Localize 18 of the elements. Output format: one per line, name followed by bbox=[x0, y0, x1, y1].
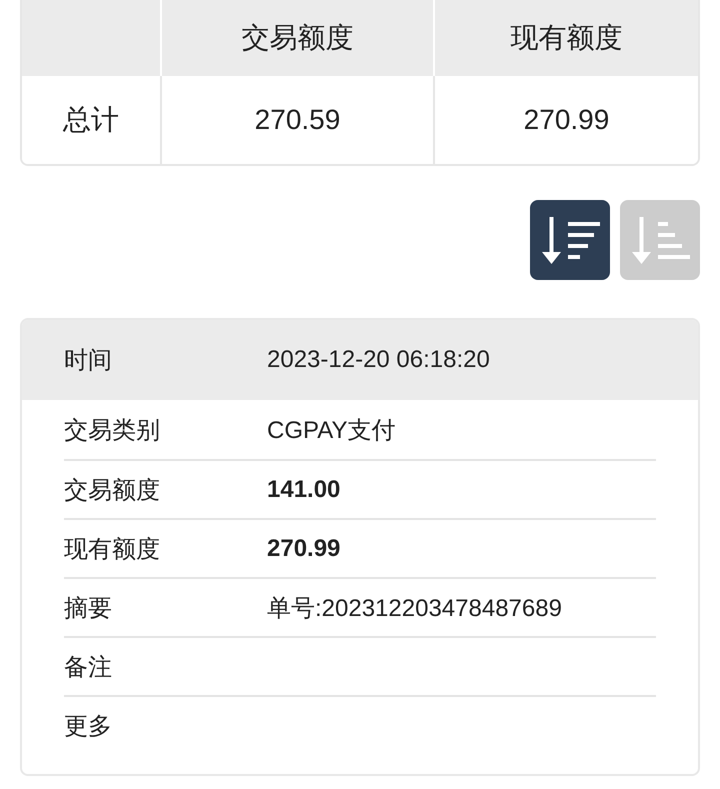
field-label: 更多 bbox=[64, 712, 112, 742]
sort-button[interactable] bbox=[530, 200, 610, 280]
row-label: 总计 bbox=[62, 103, 120, 137]
field-value: 141.00 bbox=[267, 476, 340, 504]
field-label: 交易类别 bbox=[64, 416, 160, 446]
field-label: 交易额度 bbox=[64, 476, 160, 506]
table-cell: 270.59 bbox=[160, 76, 433, 164]
field-label: 备注 bbox=[64, 652, 112, 682]
field-value: 单号:202312203478487689 bbox=[267, 594, 562, 624]
field-value: CGPAY支付 bbox=[267, 416, 396, 446]
sort-descending-icon bbox=[540, 216, 600, 264]
field-value: 2023-12-20 06:18:20 bbox=[267, 346, 490, 374]
table-cell: 270.99 bbox=[433, 76, 698, 164]
field-value: 270.99 bbox=[267, 534, 340, 562]
field-label: 时间 bbox=[64, 346, 112, 376]
field-label: 现有额度 bbox=[64, 534, 160, 564]
sort-ascending-icon bbox=[630, 216, 690, 264]
field-label: 摘要 bbox=[64, 594, 112, 624]
